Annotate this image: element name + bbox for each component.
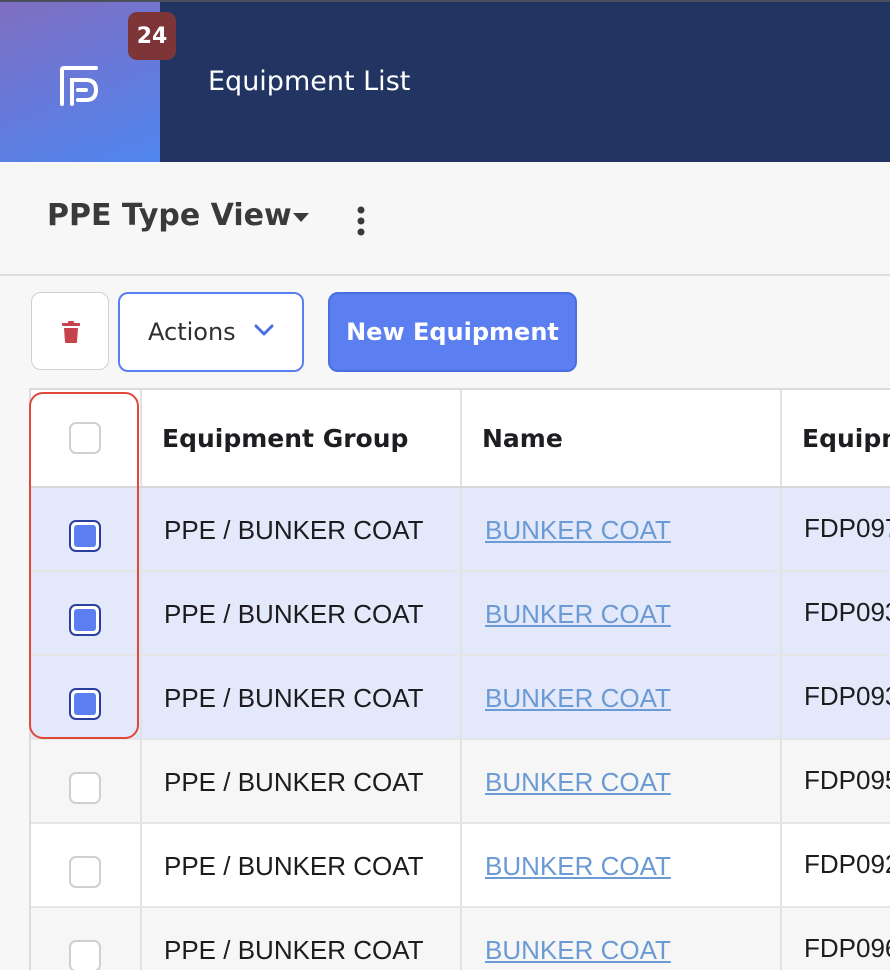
column-header-equipment-id[interactable]: Equipm: [780, 390, 890, 486]
cell-equipment-group: PPE / BUNKER COAT: [140, 908, 460, 970]
column-header-name[interactable]: Name: [460, 390, 780, 486]
equipment-group-text: PPE / BUNKER COAT: [164, 851, 424, 881]
equipment-id-text: FDP093: [804, 597, 890, 627]
row-checkbox[interactable]: [69, 604, 101, 636]
equipment-id-text: FDP092: [804, 849, 890, 879]
cell-equipment-id: FDP093: [780, 572, 890, 654]
cell-equipment-group: PPE / BUNKER COAT: [140, 824, 460, 906]
cell-name: BUNKER COAT: [460, 656, 780, 738]
equipment-id-text: FDP096: [804, 933, 890, 963]
cell-equipment-group: PPE / BUNKER COAT: [140, 656, 460, 738]
equipment-group-text: PPE / BUNKER COAT: [164, 683, 424, 713]
column-header-equipment-group[interactable]: Equipment Group: [140, 390, 460, 486]
table-row[interactable]: PPE / BUNKER COAT BUNKER COAT FDP093: [31, 572, 890, 656]
column-header-label: Equipm: [802, 424, 890, 453]
cell-equipment-group: PPE / BUNKER COAT: [140, 572, 460, 654]
app-logo-icon: [60, 66, 99, 106]
row-select-cell: [31, 740, 140, 822]
row-select-cell: [31, 656, 140, 738]
cell-equipment-id: FDP095: [780, 740, 890, 822]
row-select-cell: [31, 908, 140, 970]
header-select-cell: [31, 390, 140, 486]
equipment-name-link[interactable]: BUNKER COAT: [485, 851, 671, 881]
table-row[interactable]: PPE / BUNKER COAT BUNKER COAT FDP092: [31, 824, 890, 908]
row-checkbox[interactable]: [69, 772, 101, 804]
row-checkbox[interactable]: [69, 688, 101, 720]
row-checkbox[interactable]: [69, 940, 101, 970]
view-bar: PPE Type View: [0, 162, 890, 276]
row-checkbox[interactable]: [69, 856, 101, 888]
equipment-group-text: PPE / BUNKER COAT: [164, 767, 424, 797]
actions-dropdown-button[interactable]: Actions: [118, 292, 304, 372]
cell-name: BUNKER COAT: [460, 740, 780, 822]
page-title: Equipment List: [208, 66, 411, 97]
cell-name: BUNKER COAT: [460, 488, 780, 570]
equipment-name-link[interactable]: BUNKER COAT: [485, 599, 671, 629]
column-header-label: Equipment Group: [162, 424, 409, 453]
row-checkbox[interactable]: [69, 520, 101, 552]
equipment-name-link[interactable]: BUNKER COAT: [485, 683, 671, 713]
table-row[interactable]: PPE / BUNKER COAT BUNKER COAT FDP093: [31, 656, 890, 740]
equipment-id-text: FDP093: [804, 681, 890, 711]
equipment-table: Equipment Group Name Equipm PPE / BUNKER…: [29, 388, 890, 970]
row-select-cell: [31, 824, 140, 906]
select-all-checkbox[interactable]: [69, 422, 101, 454]
actions-label: Actions: [148, 318, 236, 346]
kebab-menu-icon[interactable]: [355, 206, 367, 236]
table-row[interactable]: PPE / BUNKER COAT BUNKER COAT FDP096: [31, 908, 890, 970]
equipment-name-link[interactable]: BUNKER COAT: [485, 935, 671, 965]
cell-name: BUNKER COAT: [460, 824, 780, 906]
new-equipment-button[interactable]: New Equipment: [328, 292, 577, 372]
top-app-bar: 24 Equipment List: [0, 0, 890, 162]
cell-equipment-id: FDP096: [780, 908, 890, 970]
trash-icon: [62, 321, 80, 343]
cell-equipment-group: PPE / BUNKER COAT: [140, 488, 460, 570]
notification-badge[interactable]: 24: [128, 12, 176, 60]
chevron-down-icon: [254, 324, 274, 336]
row-select-cell: [31, 572, 140, 654]
equipment-group-text: PPE / BUNKER COAT: [164, 935, 424, 965]
cell-equipment-id: FDP092: [780, 824, 890, 906]
table-toolbar: Actions New Equipment: [0, 276, 890, 386]
equipment-group-text: PPE / BUNKER COAT: [164, 515, 424, 545]
equipment-id-text: FDP095: [804, 765, 890, 795]
cell-name: BUNKER COAT: [460, 908, 780, 970]
cell-equipment-id: FDP093: [780, 656, 890, 738]
equipment-group-text: PPE / BUNKER COAT: [164, 599, 424, 629]
equipment-name-link[interactable]: BUNKER COAT: [485, 767, 671, 797]
view-selector-label[interactable]: PPE Type View: [47, 196, 292, 236]
cell-name: BUNKER COAT: [460, 572, 780, 654]
equipment-id-text: FDP097: [804, 513, 890, 543]
table-row[interactable]: PPE / BUNKER COAT BUNKER COAT FDP097: [31, 488, 890, 572]
row-select-cell: [31, 488, 140, 570]
table-header-row: Equipment Group Name Equipm: [31, 390, 890, 488]
column-header-label: Name: [482, 424, 563, 453]
caret-down-icon[interactable]: [292, 212, 310, 224]
cell-equipment-group: PPE / BUNKER COAT: [140, 740, 460, 822]
delete-button[interactable]: [31, 292, 109, 370]
equipment-name-link[interactable]: BUNKER COAT: [485, 515, 671, 545]
cell-equipment-id: FDP097: [780, 488, 890, 570]
table-row[interactable]: PPE / BUNKER COAT BUNKER COAT FDP095: [31, 740, 890, 824]
